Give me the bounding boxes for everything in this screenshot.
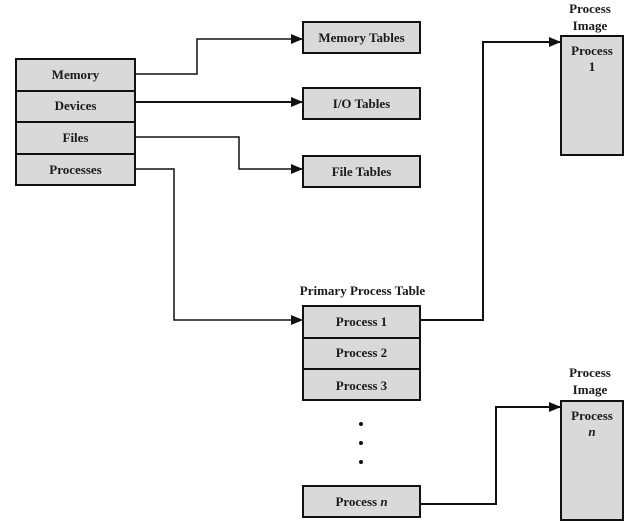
process-image-n-title-line1: Process — [569, 365, 611, 380]
arrow-processn-to-imagen — [421, 402, 561, 505]
memory-tables-box[interactable]: Memory Tables — [302, 21, 421, 54]
os-table-files[interactable]: Files — [17, 123, 134, 155]
process-image-1-number: 1 — [588, 59, 596, 74]
primary-process-table-title: Primary Process Table — [299, 283, 426, 298]
ellipsis-dot — [359, 441, 363, 445]
process-image-n-title-line2: Image — [572, 382, 608, 397]
process-image-1-title-line1: Process — [569, 1, 611, 16]
process-row-3[interactable]: Process 3 — [304, 370, 419, 402]
file-tables-box[interactable]: File Tables — [302, 155, 421, 188]
process-row-1[interactable]: Process 1 — [304, 307, 419, 339]
os-table-processes[interactable]: Processes — [17, 155, 134, 187]
arrow-processes-to-primary-table — [135, 168, 303, 325]
process-image-1-title-line2: Image — [572, 18, 608, 33]
arrow-memory-to-memory-tables — [135, 34, 303, 75]
arrow-files-to-file-tables — [135, 136, 303, 174]
process-row-n-var: n — [380, 493, 388, 509]
process-image-n-name: Process — [571, 408, 613, 423]
primary-process-table: Process 1 Process 2 Process 3 — [302, 305, 421, 401]
process-image-n-title: Process Image — [552, 364, 628, 398]
arrow-process1-to-image1 — [421, 37, 561, 321]
process-image-1[interactable]: Process 1 — [560, 35, 624, 156]
process-image-n-number: n — [588, 424, 596, 439]
process-row-2[interactable]: Process 2 — [304, 339, 419, 370]
process-row-n[interactable]: Process n — [302, 485, 421, 518]
process-image-1-title: Process Image — [552, 0, 628, 34]
os-tables-stack: Memory Devices Files Processes — [15, 58, 136, 186]
io-tables-box[interactable]: I/O Tables — [302, 87, 421, 120]
os-table-memory[interactable]: Memory — [17, 60, 134, 92]
process-image-n[interactable]: Process n — [560, 400, 624, 521]
ellipsis-dot — [359, 422, 363, 426]
ellipsis-dot — [359, 460, 363, 464]
process-image-1-name: Process — [571, 43, 613, 58]
process-row-n-prefix: Process — [335, 493, 381, 509]
os-table-devices[interactable]: Devices — [17, 92, 134, 123]
